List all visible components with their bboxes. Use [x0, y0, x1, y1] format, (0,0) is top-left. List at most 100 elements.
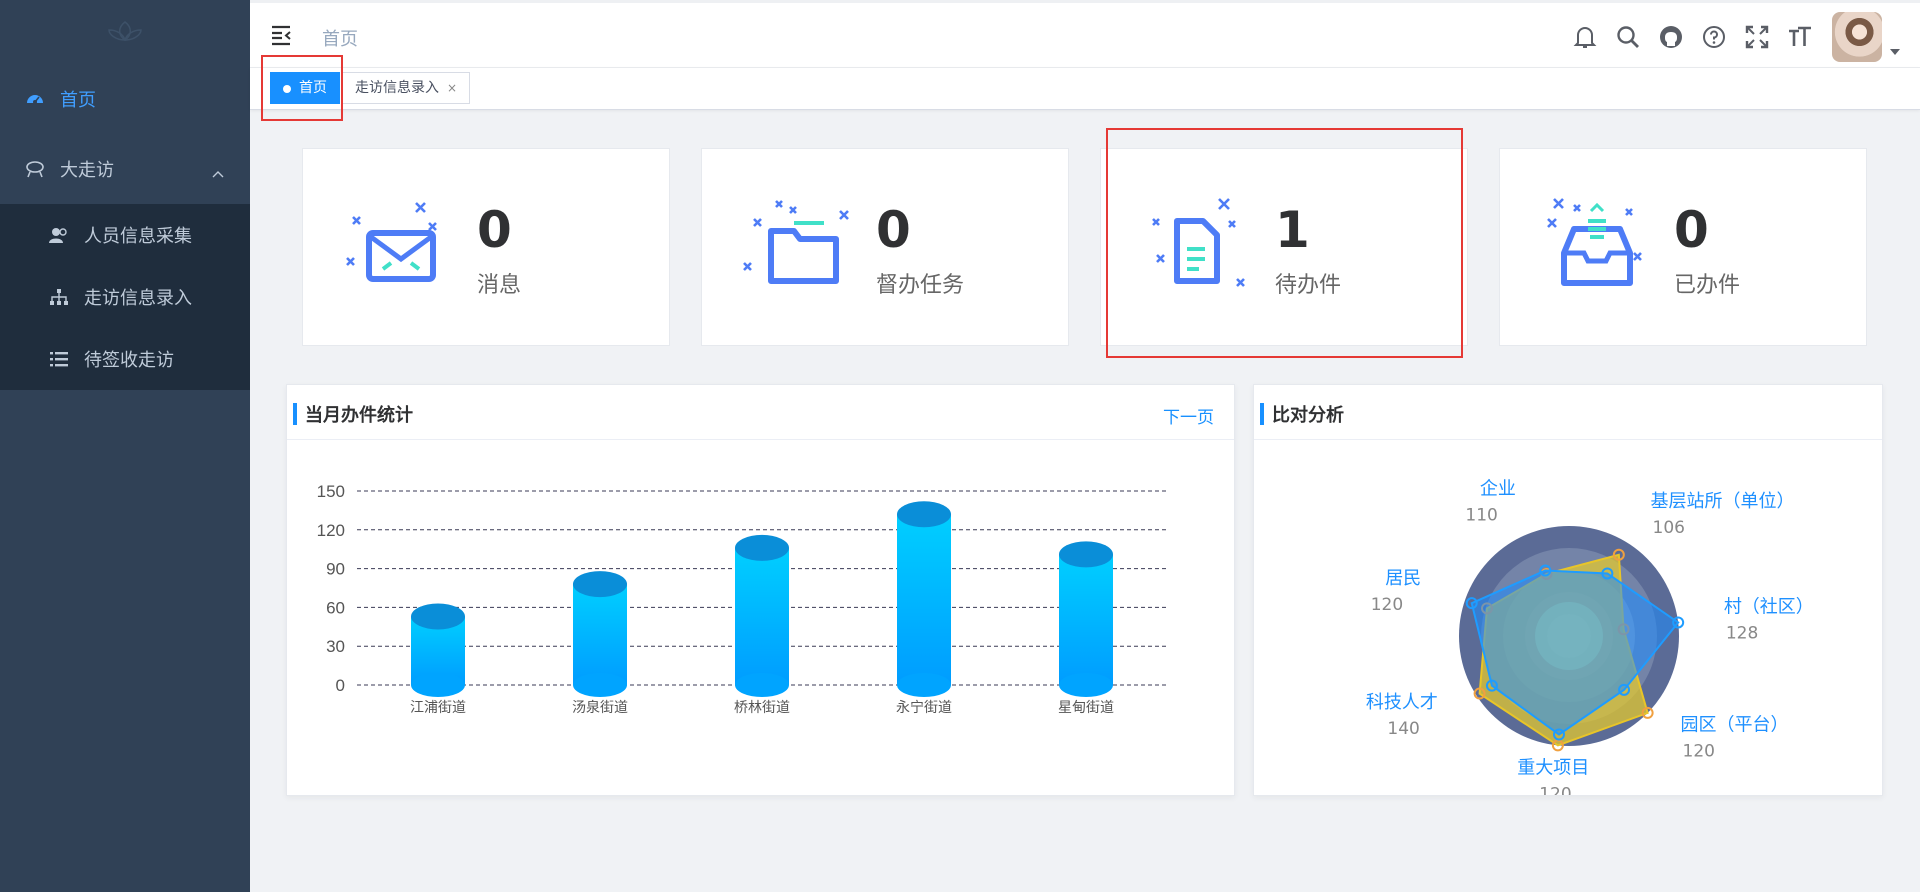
bell-icon[interactable] — [1571, 23, 1599, 51]
bar-chart: 0 30 60 90 120 150 江浦街道 汤泉街道 桥林街道 永宁街道 星甸街道 — [317, 482, 1167, 716]
bar-base — [1059, 673, 1113, 697]
stat-card-supervise[interactable]: 0 督办任务 — [701, 148, 1069, 346]
sidebar-item-people-collect[interactable]: 人员信息采集 — [0, 204, 250, 266]
stat-card-messages[interactable]: 0 消息 — [302, 148, 670, 346]
radar-indicator-name: 村（社区） — [1724, 596, 1814, 617]
question-icon[interactable] — [1700, 23, 1728, 51]
document-icon — [1152, 198, 1245, 287]
tree-icon — [48, 286, 70, 308]
radar-indicator-value: 128 — [1726, 623, 1758, 643]
sidebar-item-home[interactable]: 首页 — [0, 64, 250, 134]
peoples-icon — [48, 224, 70, 246]
tag-label: 走访信息录入 — [355, 80, 439, 96]
x-tick-label: 星甸街道 — [1058, 700, 1114, 716]
radar-center-glow — [1535, 602, 1603, 670]
stat-card-done[interactable]: 0 已办件 — [1499, 148, 1867, 346]
github-icon[interactable] — [1657, 23, 1685, 51]
dashboard-icon — [24, 88, 46, 110]
next-page-link[interactable]: 下一页 — [1163, 403, 1214, 428]
folder-icon — [743, 200, 849, 284]
panel-header: 比对分析 — [1254, 385, 1882, 440]
radar-indicator-name: 科技人才 — [1366, 692, 1438, 713]
submenu-visit: 人员信息采集 走访信息录入 待签收走访 — [0, 204, 250, 390]
mail-icon — [346, 202, 437, 282]
hamburger-icon[interactable] — [270, 23, 294, 47]
sidebar-item-label: 人员信息采集 — [84, 226, 192, 247]
stat-value: 0 — [876, 201, 911, 259]
stat-value: 1 — [1275, 201, 1310, 259]
avatar[interactable] — [1832, 12, 1882, 62]
search-icon[interactable] — [1614, 23, 1642, 51]
radar-indicator-value: 110 — [1465, 506, 1497, 526]
sidebar-item-label: 大走访 — [60, 160, 114, 181]
tag-visit-entry[interactable]: 走访信息录入 × — [342, 72, 471, 104]
stat-label: 督办任务 — [876, 273, 965, 298]
bar — [735, 547, 789, 685]
close-icon[interactable]: × — [447, 81, 457, 95]
bar-top — [735, 534, 789, 561]
stat-label: 待办件 — [1275, 273, 1342, 298]
title-accent-bar — [1260, 403, 1264, 425]
inbox-icon — [1547, 198, 1642, 286]
panel-monthly-stats: 当月办件统计 下一页 0 30 60 90 120 150 江浦街道 汤泉街道 桥林街道 永宁街道… — [286, 384, 1235, 796]
stat-label: 已办件 — [1674, 273, 1741, 298]
bar-top — [1059, 541, 1113, 568]
navbar-right-menu — [1556, 9, 1900, 65]
radar-indicator-value: 140 — [1387, 719, 1419, 739]
radar-indicator-value: 120 — [1683, 742, 1715, 762]
radar-indicator-value: 106 — [1653, 518, 1685, 538]
bar-base — [573, 673, 627, 697]
breadcrumb[interactable]: 首页 — [322, 25, 358, 51]
y-tick-label: 60 — [326, 598, 345, 617]
panel-title: 比对分析 — [1272, 405, 1344, 426]
stat-card-todo[interactable]: 1 待办件 — [1100, 148, 1468, 346]
sidebar-item-visit[interactable]: 大走访 — [0, 134, 250, 204]
stat-label: 消息 — [477, 273, 522, 298]
fullscreen-icon[interactable] — [1743, 23, 1771, 51]
x-tick-label: 永宁街道 — [896, 699, 952, 716]
radar-indicator-value: 120 — [1371, 595, 1403, 615]
navbar: 首页 — [250, 0, 1920, 68]
y-tick-label: 30 — [326, 637, 345, 656]
logo — [0, 0, 250, 64]
radar-indicator-name: 企业 — [1480, 479, 1516, 500]
radar-chart: 基层站所（单位） 106 村（社区） 128 园区（平台） 120 重大项目 120 科技人才 1… — [1366, 479, 1814, 795]
stat-value: 0 — [477, 201, 512, 259]
bar — [573, 584, 627, 685]
panel-title: 当月办件统计 — [305, 405, 413, 426]
list-icon — [48, 348, 70, 370]
font-size-icon[interactable] — [1786, 23, 1814, 51]
title-accent-bar — [293, 403, 297, 425]
bar — [1059, 554, 1113, 685]
radar-indicator-value: 120 — [1539, 784, 1571, 795]
sidebar: 首页 大走访 人员信息采集 走访信息录入 待签收走访 — [0, 0, 250, 892]
x-tick-label: 江浦街道 — [410, 700, 466, 716]
bar-top — [411, 603, 465, 630]
panel-compare-analysis: 比对分析 基层站所（单位） 106 村（社区） 128 园区（平台） 120 重大项目 120… — [1253, 384, 1883, 796]
sidebar-item-label: 走访信息录入 — [84, 288, 192, 309]
stat-value: 0 — [1674, 201, 1709, 259]
radar-indicator-name: 居民 — [1385, 568, 1421, 589]
radar-indicator-name: 基层站所（单位） — [1651, 491, 1795, 512]
sidebar-item-label: 首页 — [60, 90, 96, 111]
lotus-logo-icon — [108, 21, 142, 41]
bar-top — [573, 571, 627, 598]
sidebar-item-visit-entry[interactable]: 走访信息录入 — [0, 266, 250, 328]
visit-icon — [24, 158, 46, 180]
bar-base — [897, 673, 951, 697]
x-tick-label: 桥林街道 — [734, 700, 790, 716]
y-tick-label: 0 — [336, 676, 345, 695]
panel-header: 当月办件统计 下一页 — [287, 385, 1234, 440]
bar-top — [897, 501, 951, 528]
sidebar-item-pending-visit[interactable]: 待签收走访 — [0, 328, 250, 390]
bar-base — [735, 673, 789, 697]
tag-label: 首页 — [299, 80, 327, 96]
chevron-up-icon — [212, 162, 224, 183]
bar — [897, 514, 951, 685]
caret-down-icon[interactable] — [1890, 40, 1900, 59]
radar-indicator-name: 园区（平台） — [1681, 715, 1789, 736]
tags-view: 首页 走访信息录入 × — [250, 68, 1920, 110]
x-tick-label: 汤泉街道 — [572, 699, 628, 716]
y-tick-label: 150 — [317, 482, 345, 501]
tag-home[interactable]: 首页 — [270, 72, 340, 104]
